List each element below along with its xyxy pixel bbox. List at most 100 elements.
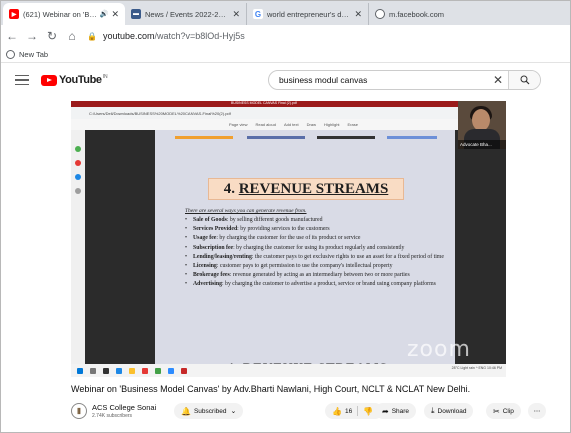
bookmarks-bar: New Tab <box>1 47 570 63</box>
chrome-icon <box>155 367 161 374</box>
color-stripe <box>247 136 305 139</box>
acs-icon: ▬ <box>131 9 141 19</box>
pdf-tool: Read aloud <box>255 122 276 127</box>
task-view-icon <box>103 367 109 374</box>
youtube-logo[interactable]: YouTube IN <box>41 74 108 86</box>
color-stripe <box>175 136 233 139</box>
pdf-tool: Draw <box>306 122 316 127</box>
pdf-toolbar: Page view Read aloud Add text Draw Highl… <box>71 119 506 130</box>
slide-heading: 4. REVENUE STREAMS <box>208 178 404 200</box>
globe-icon <box>375 9 385 19</box>
browser-toolbar: ← → ↻ ⌂ 🔒 youtube.com/watch?v=b8lOd-Hyj5… <box>1 25 570 47</box>
more-options-icon[interactable]: ⋯ <box>528 403 546 419</box>
tab-google[interactable]: G world entrepreneur's day output ✕ <box>247 3 369 25</box>
forward-icon[interactable]: → <box>23 29 41 43</box>
list-item: Services Provided: by providing services… <box>185 226 445 233</box>
slide-heading-text: REVENUE STREAMS <box>238 180 389 197</box>
tab-strip: ▶ (621) Webinar on 'Business I 🔊 ✕ ▬ New… <box>1 1 570 25</box>
reload-icon[interactable]: ↻ <box>43 29 61 43</box>
pdf-address: C:/Users/Dell/Downloads/BUSINESS%20MODEL… <box>71 107 506 119</box>
slide-intro: There are several ways you can generate … <box>185 208 307 214</box>
browser-window: ▶ (621) Webinar on 'Business I 🔊 ✕ ▬ New… <box>0 0 571 433</box>
zoom-watermark: zoom <box>407 337 471 362</box>
google-icon: G <box>253 9 263 19</box>
scissors-icon: ✂ <box>493 406 500 416</box>
country-code: IN <box>102 73 108 80</box>
video-meta-row: Ⅱ ACS College Sonai 2.74K subscribers 🔔 … <box>71 400 570 422</box>
video-player[interactable]: BUSINESS MODEL CANVAS Final (2).pdf C:/U… <box>71 101 506 377</box>
windows-taskbar: 28°C Light rain ^ ENG 10:46 PM <box>71 364 506 377</box>
download-button[interactable]: ⤓ Download <box>424 403 474 419</box>
app-icon <box>75 188 81 194</box>
url-path: /watch?v=b8lOd-Hyj5s <box>154 31 245 41</box>
back-icon[interactable]: ← <box>3 29 21 43</box>
close-icon[interactable]: ✕ <box>111 9 119 20</box>
subscribed-button[interactable]: 🔔 Subscribed ⌄ <box>174 403 244 419</box>
video-title: Webinar on 'Business Model Canvas' by Ad… <box>71 384 471 394</box>
app-icon <box>75 174 81 180</box>
clear-icon[interactable]: ✕ <box>488 73 508 87</box>
color-stripe <box>317 136 375 139</box>
list-item: Advertising: by charging the customer to… <box>185 281 445 288</box>
clip-button[interactable]: ✂ Clip <box>486 403 521 419</box>
search-icon <box>520 75 529 85</box>
dislike-icon[interactable]: 👎 <box>363 407 373 416</box>
url-host: youtube.com <box>102 31 155 41</box>
list-item: Usage fee: by charging the customer for … <box>185 235 445 242</box>
like-count[interactable]: 16 <box>345 408 352 415</box>
address-bar[interactable]: 🔒 youtube.com/watch?v=b8lOd-Hyj5s <box>87 31 245 41</box>
tab-youtube[interactable]: ▶ (621) Webinar on 'Business I 🔊 ✕ <box>3 3 125 25</box>
windows-icon <box>77 367 83 374</box>
share-button[interactable]: ➦ Share <box>375 403 417 419</box>
search-icon <box>90 367 96 374</box>
search-button[interactable] <box>508 71 540 89</box>
app-sidebar <box>71 130 85 364</box>
search-box[interactable]: business modul canvas ✕ <box>268 70 541 90</box>
list-item: Subscription fee: by charging the custom… <box>185 245 445 252</box>
system-tray: 28°C Light rain ^ ENG 10:46 PM <box>451 366 502 370</box>
color-stripe <box>387 136 437 139</box>
youtube-wordmark: YouTube <box>59 74 102 86</box>
pdf-path: C:/Users/Dell/Downloads/BUSINESS%20MODEL… <box>89 110 231 116</box>
tab-title: world entrepreneur's day output <box>267 9 351 19</box>
bell-icon: 🔔 <box>181 406 191 416</box>
app-icon <box>75 160 81 166</box>
channel-avatar[interactable]: Ⅱ <box>71 403 87 419</box>
channel-info: ACS College Sonai 2.74K subscribers <box>92 403 156 419</box>
like-icon[interactable]: 👍 <box>332 407 342 416</box>
youtube-icon: ▶ <box>9 9 19 19</box>
folder-icon <box>129 367 135 374</box>
home-icon[interactable]: ⌂ <box>63 29 81 43</box>
tab-facebook[interactable]: m.facebook.com <box>369 3 491 25</box>
list-item: Licensing: customer pays to get permissi… <box>185 263 445 270</box>
pdf-tool: Erase <box>347 122 358 127</box>
list-item: Lending/leasing/renting: the customer pa… <box>185 254 445 261</box>
revenue-list: Sale of Goods: by selling different good… <box>185 217 445 291</box>
edge-icon <box>116 367 122 374</box>
channel-name[interactable]: ACS College Sonai <box>92 403 156 412</box>
app-icon <box>181 367 187 374</box>
menu-icon[interactable] <box>15 74 29 86</box>
youtube-play-icon <box>41 74 57 86</box>
webcam-thumbnail: Advocate Bha... <box>458 101 506 149</box>
pdf-tool: Add text <box>283 122 299 127</box>
close-icon[interactable]: ✕ <box>232 9 240 20</box>
youtube-header: YouTube IN business modul canvas ✕ <box>1 63 570 97</box>
close-icon[interactable]: ✕ <box>354 9 362 20</box>
audio-icon[interactable]: 🔊 <box>100 10 109 18</box>
slide-heading-number: 4. <box>223 180 235 197</box>
download-icon: ⤓ <box>431 406 435 415</box>
zoom-icon <box>168 367 174 374</box>
tab-acs[interactable]: ▬ News / Events 2022-23 – ACS Co ✕ <box>125 3 247 25</box>
pdf-page: 4. REVENUE STREAMS There are several way… <box>155 130 455 364</box>
app-icon <box>142 367 148 374</box>
bookmark-new-tab[interactable]: New Tab <box>19 50 48 59</box>
pdf-tab-title: BUSINESS MODEL CANVAS Final (2).pdf <box>231 101 297 105</box>
app-icon <box>75 146 81 152</box>
lock-icon: 🔒 <box>87 31 97 41</box>
pdf-tool: Page view <box>229 122 248 127</box>
tab-title: m.facebook.com <box>389 9 445 19</box>
search-input[interactable]: business modul canvas <box>269 75 488 85</box>
list-item: Brokerage fees: revenue generated by act… <box>185 272 445 279</box>
pdf-tool: Highlight <box>323 122 340 127</box>
